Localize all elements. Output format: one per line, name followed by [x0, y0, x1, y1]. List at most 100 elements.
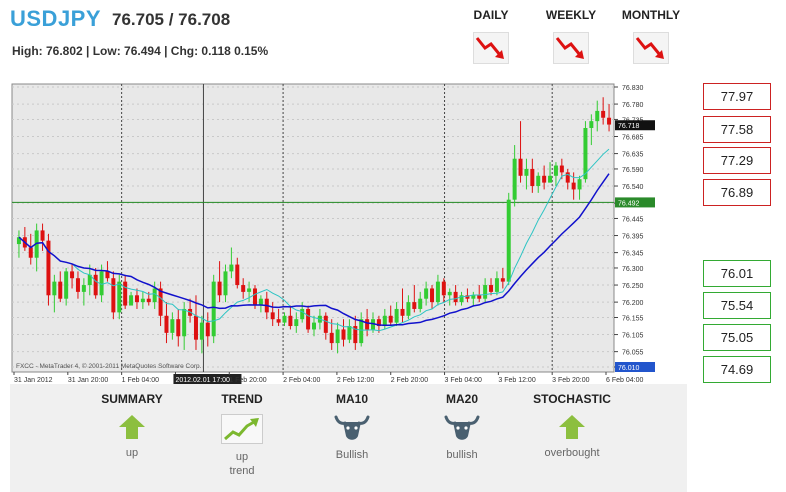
candle-body — [553, 165, 558, 176]
candle-body — [601, 110, 606, 118]
candle-body — [506, 199, 511, 282]
indicator-title: MA10 — [335, 392, 368, 406]
uptrend-chart-icon — [221, 414, 263, 444]
y-tick-label: 76.780 — [622, 102, 644, 109]
indicator-title: MA20 — [445, 392, 478, 406]
candle-body — [111, 278, 116, 313]
candle-body — [347, 326, 352, 340]
current-price-label: 76.718 — [618, 123, 640, 130]
y-tick-label: 76.155 — [622, 315, 644, 322]
x-tick-label: 2 Feb 12:00 — [337, 377, 374, 384]
candle-body — [140, 298, 145, 303]
candle-body — [453, 291, 458, 303]
indicator-ma20[interactable]: MA20 bullish — [407, 392, 517, 462]
candle-body — [235, 264, 240, 286]
low-price-label: 76.010 — [618, 365, 640, 372]
candle-body — [117, 281, 122, 313]
candle-body — [530, 168, 535, 187]
candle-body — [64, 271, 69, 299]
support-level-3: 75.05 — [703, 324, 771, 351]
candle-body — [158, 288, 163, 316]
candle-body — [28, 247, 33, 258]
indicator-summary[interactable]: SUMMARY up — [77, 392, 187, 460]
x-tick-label: 6 Feb 04:00 — [606, 377, 643, 384]
candle-body — [483, 285, 488, 299]
candle-body — [400, 308, 405, 316]
timeframe-label: MONTHLY — [621, 8, 681, 22]
candle-body — [205, 322, 210, 337]
chart-watermark: FXCC - MetaTrader 4, © 2001-2011 MetaQuo… — [16, 362, 202, 370]
resistance-level-1: 77.97 — [703, 83, 771, 110]
candle-body — [217, 281, 222, 296]
candle-body — [500, 278, 505, 282]
y-tick-label: 76.345 — [622, 251, 644, 258]
timeframe-daily[interactable]: DAILY — [456, 8, 526, 64]
down-trend-arrow-icon — [473, 32, 509, 64]
candle-body — [394, 308, 399, 323]
down-trend-arrow-icon — [633, 32, 669, 64]
x-tick-label: 2012.02.01 17:00 — [175, 377, 230, 384]
support-level-4: 74.69 — [703, 356, 771, 383]
candle-body — [52, 281, 57, 296]
x-tick-label: 1 Feb 20:00 — [229, 377, 266, 384]
indicator-value: overbought — [544, 447, 600, 459]
candle-body — [164, 315, 169, 333]
x-tick-label: 3 Feb 04:00 — [445, 377, 482, 384]
indicator-trend[interactable]: TREND up trend — [187, 392, 297, 478]
indicator-value: up trend — [229, 451, 255, 477]
candle-body — [335, 329, 340, 344]
price-level-label: 76.492 — [618, 200, 640, 207]
candle-body — [182, 308, 187, 337]
candle-body — [252, 288, 257, 306]
indicator-stochastic[interactable]: STOCHASTIC overbought — [517, 392, 627, 460]
candle-body — [306, 308, 311, 330]
x-tick-label: 1 Feb 04:00 — [122, 377, 159, 384]
timeframe-monthly[interactable]: MONTHLY — [616, 8, 686, 64]
bull-icon — [444, 415, 480, 440]
candle-body — [199, 322, 204, 340]
indicator-title: TREND — [221, 392, 263, 406]
x-tick-label: 31 Jan 20:00 — [68, 377, 109, 384]
y-tick-label: 76.300 — [622, 266, 644, 273]
candle-body — [193, 315, 198, 340]
timeframe-weekly[interactable]: WEEKLY — [536, 8, 606, 64]
candle-body — [518, 158, 523, 176]
candle-body — [270, 312, 275, 320]
candlestick-chart: 76.83076.78076.73576.68576.63576.59076.5… — [10, 82, 660, 384]
x-tick-label: 3 Feb 20:00 — [552, 377, 589, 384]
candle-body — [323, 315, 328, 333]
x-tick-label: 31 Jan 2012 — [14, 377, 53, 384]
y-tick-label: 76.445 — [622, 216, 644, 223]
indicator-title: SUMMARY — [101, 392, 163, 406]
timeframe-label: DAILY — [473, 8, 509, 22]
price-chart[interactable]: 76.83076.78076.73576.68576.63576.59076.5… — [10, 82, 660, 384]
candle-body — [477, 295, 482, 299]
candle-body — [512, 158, 517, 200]
y-tick-label: 76.395 — [622, 234, 644, 241]
candle-body — [300, 308, 305, 320]
y-tick-label: 76.250 — [622, 283, 644, 290]
candle-body — [211, 281, 216, 337]
candle-body — [595, 110, 600, 122]
resistance-level-4: 76.89 — [703, 179, 771, 206]
candle-body — [129, 295, 134, 306]
candle-body — [241, 285, 246, 292]
bull-icon — [334, 415, 370, 440]
indicator-value: bullish — [446, 449, 478, 461]
y-tick-label: 76.200 — [622, 300, 644, 307]
candle-body — [447, 291, 452, 296]
candle-body — [152, 288, 157, 303]
candle-body — [146, 298, 151, 303]
candle-body — [589, 121, 594, 128]
indicator-ma10[interactable]: MA10 Bullish — [297, 392, 407, 462]
candle-body — [176, 319, 181, 337]
x-tick-label: 2 Feb 04:00 — [283, 377, 320, 384]
candle-body — [81, 285, 86, 292]
candle-body — [312, 322, 316, 330]
candle-body — [247, 288, 252, 292]
y-tick-label: 76.685 — [622, 135, 644, 142]
candle-body — [359, 319, 364, 344]
candle-body — [542, 175, 547, 183]
candle-body — [288, 315, 293, 327]
indicator-summary-panel: SUMMARY up TREND up trend MA10 Bullish MA… — [10, 384, 687, 492]
